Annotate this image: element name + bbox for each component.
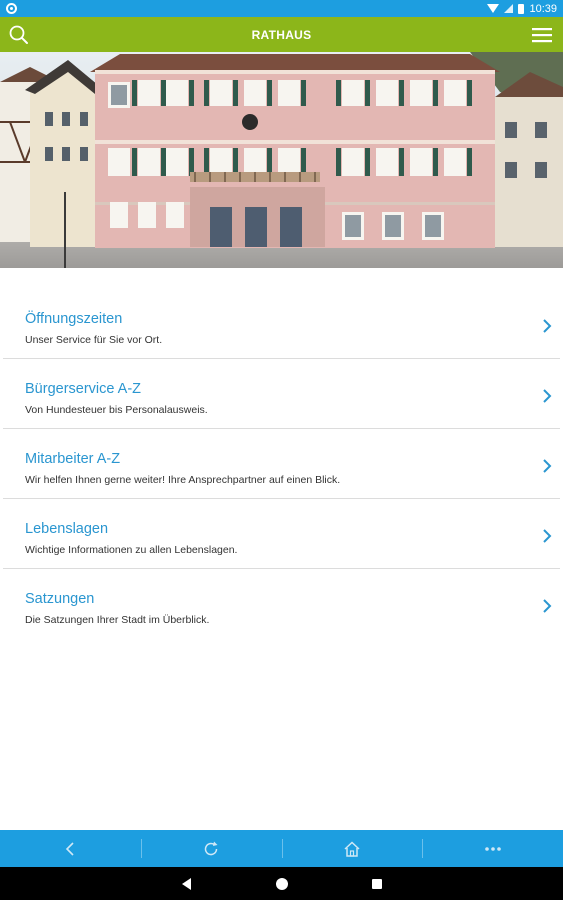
item-title: Bürgerservice A-Z xyxy=(25,381,142,397)
town-hall-photo xyxy=(0,52,563,268)
hero-image xyxy=(0,52,563,268)
chevron-right-icon xyxy=(543,529,552,543)
more-button[interactable] xyxy=(422,830,563,867)
status-right: 10:39 xyxy=(487,3,557,15)
home-icon xyxy=(344,840,360,857)
chevron-right-icon xyxy=(543,599,552,613)
app-screen: 10:39 RATHAUS Öffnungszeiten Unser Servi… xyxy=(0,0,563,900)
chevron-right-icon xyxy=(543,319,552,333)
list-item-oeffnungszeiten[interactable]: Öffnungszeiten Unser Service für Sie vor… xyxy=(3,289,560,359)
item-subtitle: Von Hundesteuer bis Personalausweis. xyxy=(25,404,208,416)
battery-icon xyxy=(518,3,525,14)
list-item-mitarbeiter[interactable]: Mitarbeiter A-Z Wir helfen Ihnen gerne w… xyxy=(3,429,560,499)
system-home-button[interactable] xyxy=(272,874,292,894)
chevron-right-icon xyxy=(543,389,552,403)
status-bar: 10:39 xyxy=(0,0,563,17)
app-toolbar: RATHAUS xyxy=(0,17,563,52)
search-button[interactable] xyxy=(8,24,30,46)
item-subtitle: Die Satzungen Ihrer Stadt im Überblick. xyxy=(25,614,210,626)
search-icon xyxy=(9,25,28,44)
refresh-button[interactable] xyxy=(140,830,282,867)
system-back-icon xyxy=(182,877,191,890)
system-back-button[interactable] xyxy=(177,874,197,894)
more-icon xyxy=(484,846,501,851)
refresh-icon xyxy=(204,841,218,855)
item-title: Lebenslagen xyxy=(25,521,109,537)
system-nav-bar xyxy=(0,867,563,900)
list-item-satzungen[interactable]: Satzungen Die Satzungen Ihrer Stadt im Ü… xyxy=(3,569,560,639)
notification-icon xyxy=(6,3,17,14)
home-button[interactable] xyxy=(281,830,423,867)
bottom-nav xyxy=(0,830,563,867)
item-title: Satzungen xyxy=(25,591,95,607)
menu-button[interactable] xyxy=(531,26,553,44)
status-left xyxy=(6,3,17,14)
signal-icon xyxy=(504,4,514,13)
item-subtitle: Unser Service für Sie vor Ort. xyxy=(25,334,163,346)
page-title: RATHAUS xyxy=(251,27,312,42)
item-title: Öffnungszeiten xyxy=(25,311,123,327)
status-time: 10:39 xyxy=(529,2,557,15)
item-subtitle: Wir helfen Ihnen gerne weiter! Ihre Ansp… xyxy=(25,474,341,486)
item-title: Mitarbeiter A-Z xyxy=(25,451,121,467)
list-item-buergerservice[interactable]: Bürgerservice A-Z Von Hundesteuer bis Pe… xyxy=(3,359,560,429)
back-icon xyxy=(66,841,74,856)
system-recents-icon xyxy=(371,878,382,889)
list-item-lebenslagen[interactable]: Lebenslagen Wichtige Informationen zu al… xyxy=(3,499,560,569)
menu-list: Öffnungszeiten Unser Service für Sie vor… xyxy=(0,289,563,639)
item-subtitle: Wichtige Informationen zu allen Lebensla… xyxy=(25,544,238,556)
back-button[interactable] xyxy=(0,830,141,867)
system-recents-button[interactable] xyxy=(367,874,387,894)
wifi-icon xyxy=(487,4,500,13)
chevron-right-icon xyxy=(543,459,552,473)
hamburger-menu-icon xyxy=(532,28,552,43)
system-home-icon xyxy=(275,877,288,890)
